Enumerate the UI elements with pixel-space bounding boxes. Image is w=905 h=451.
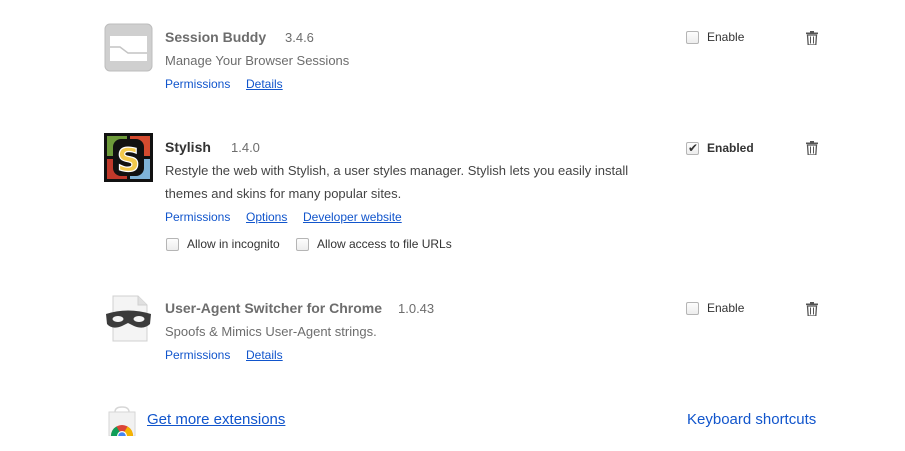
keyboard-shortcuts-link[interactable]: Keyboard shortcuts <box>687 411 816 428</box>
extension-name: Session Buddy <box>165 29 267 45</box>
extension-version: 1.4.0 <box>231 140 260 155</box>
trash-icon[interactable] <box>806 141 818 155</box>
enabled-checkbox[interactable]: ✔ <box>686 141 699 155</box>
enabled-label[interactable]: Enabled <box>707 141 754 155</box>
extension-version: 3.4.6 <box>285 30 314 45</box>
get-more-extensions-link[interactable]: Get more extensions <box>147 411 285 428</box>
enable-checkbox[interactable] <box>686 302 699 315</box>
enable-label[interactable]: Enable <box>707 301 744 315</box>
extension-description: Restyle the web with Stylish, a user sty… <box>165 163 629 201</box>
extension-name: Stylish <box>165 139 211 155</box>
enable-label[interactable]: Enable <box>707 30 744 44</box>
chrome-web-store-icon <box>108 406 136 436</box>
allow-file-urls-checkbox[interactable] <box>296 238 309 251</box>
extension-description: Spoofs & Mimics User-Agent strings. <box>165 324 377 339</box>
enable-checkbox[interactable] <box>686 31 699 44</box>
trash-icon[interactable] <box>806 31 818 45</box>
allow-file-urls-label[interactable]: Allow access to file URLs <box>317 237 452 251</box>
extension-version: 1.0.43 <box>398 301 435 316</box>
permissions-link[interactable]: Permissions <box>165 77 230 91</box>
developer-website-link[interactable]: Developer website <box>303 210 402 224</box>
stylish-icon: S <box>104 133 153 182</box>
checkmark-icon: ✔ <box>688 141 699 155</box>
extension-name: User-Agent Switcher for Chrome <box>165 300 383 316</box>
trash-icon[interactable] <box>806 302 818 316</box>
session-buddy-icon <box>104 23 153 72</box>
extension-description: Manage Your Browser Sessions <box>165 53 350 68</box>
options-link[interactable]: Options <box>246 210 287 224</box>
allow-incognito-label[interactable]: Allow in incognito <box>187 237 280 251</box>
details-link[interactable]: Details <box>246 77 283 91</box>
allow-incognito-checkbox[interactable] <box>166 238 179 251</box>
user-agent-switcher-icon <box>106 295 151 342</box>
svg-text:S: S <box>117 141 140 179</box>
details-link[interactable]: Details <box>246 348 283 362</box>
permissions-link[interactable]: Permissions <box>165 210 230 224</box>
permissions-link[interactable]: Permissions <box>165 348 230 362</box>
